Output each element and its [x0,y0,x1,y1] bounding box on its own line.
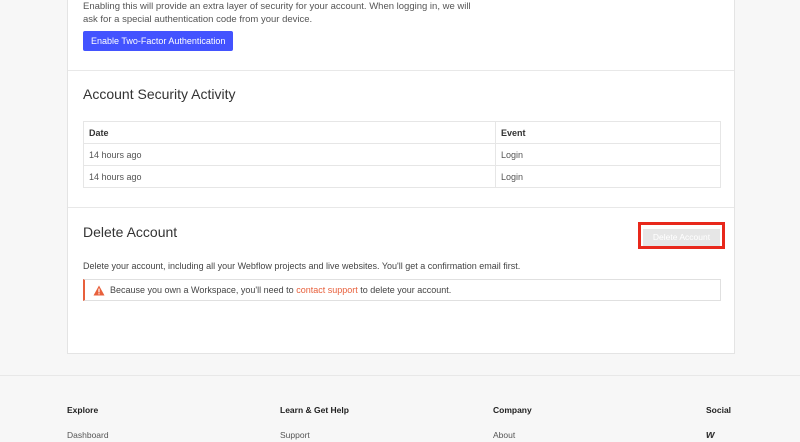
webflow-icon[interactable]: w [706,429,731,441]
workspace-owner-alert: Because you own a Workspace, you'll need… [83,279,721,301]
delete-account-description: Delete your account, including all your … [83,261,521,271]
account-settings-card: Enabling this will provide an extra laye… [67,0,735,354]
enable-two-factor-button[interactable]: Enable Two-Factor Authentication [83,31,234,51]
footer-heading: Social [706,405,732,415]
footer-heading: Company [493,405,532,415]
section-divider [68,70,734,71]
activity-event: Login [495,165,721,188]
footer-column-company: Company About [493,405,532,440]
footer-column-learn: Learn & Get Help Support [280,405,349,440]
alert-text-end: to delete your account. [360,285,452,295]
contact-support-link[interactable]: contact support [296,285,358,295]
security-activity-table: Date Event 14 hours ago Login 14 hours a… [83,121,721,188]
delete-account-highlight: Delete Account [638,222,725,249]
activity-event: Login [495,143,721,166]
footer-link-support[interactable]: Support [280,430,349,440]
section-divider [68,207,734,208]
table-header-row: Date Event [83,121,721,144]
footer-link-dashboard[interactable]: Dashboard [67,430,109,440]
delete-account-title: Delete Account [83,224,178,240]
footer-column-explore: Explore Dashboard [67,405,109,440]
security-activity-title: Account Security Activity [83,86,236,102]
activity-date: 14 hours ago [83,143,496,166]
activity-date: 14 hours ago [83,165,496,188]
footer-column-social: Social w [706,405,731,441]
footer-heading: Explore [67,405,99,415]
column-header-event: Event [495,121,721,144]
delete-account-button[interactable]: Delete Account [643,228,720,246]
column-header-date: Date [83,121,496,144]
table-row: 14 hours ago Login [83,143,721,166]
footer-heading: Learn & Get Help [280,405,349,415]
footer-link-about[interactable]: About [493,430,532,440]
two-factor-description: Enabling this will provide an extra laye… [83,1,471,25]
warning-icon [93,285,105,295]
table-row: 14 hours ago Login [83,165,721,188]
alert-text: Because you own a Workspace, you'll need… [110,285,294,295]
footer-divider [0,375,800,376]
